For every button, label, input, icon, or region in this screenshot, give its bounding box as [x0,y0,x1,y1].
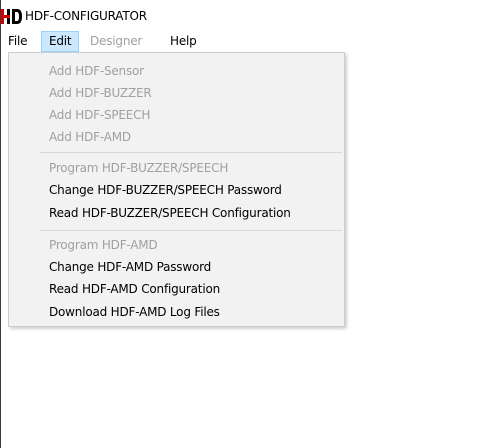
title-bar: HDF-CONFIGURATOR [1,0,483,31]
menu-separator [40,152,342,153]
menu-item-program-amd: Program HDF-AMD [49,238,158,252]
menu-item-download-amd-log-files[interactable]: Download HDF-AMD Log Files [49,301,220,323]
menu-file[interactable]: File [1,31,34,52]
menu-item-add-hdf-sensor: Add HDF-Sensor [49,64,144,78]
app-logo-icon [1,9,22,24]
menu-help[interactable]: Help [163,31,204,52]
menu-separator [40,230,342,231]
menu-item-add-hdf-speech: Add HDF-SPEECH [49,108,151,122]
menu-bar: File Edit Designer Help [1,31,483,52]
edit-dropdown-menu: Add HDF-Sensor Add HDF-BUZZER Add HDF-SP… [8,52,345,327]
menu-item-read-buzzer-speech-configuration[interactable]: Read HDF-BUZZER/SPEECH Configuration [49,202,291,224]
menu-item-program-buzzer-speech: Program HDF-BUZZER/SPEECH [49,161,229,175]
menu-item-read-amd-configuration[interactable]: Read HDF-AMD Configuration [49,278,220,300]
menu-item-change-buzzer-speech-password[interactable]: Change HDF-BUZZER/SPEECH Password [49,179,282,201]
menu-item-change-amd-password[interactable]: Change HDF-AMD Password [49,256,211,278]
application-window: HDF-CONFIGURATOR File Edit Designer Help… [0,0,483,448]
menu-item-add-hdf-buzzer: Add HDF-BUZZER [49,86,152,100]
window-title: HDF-CONFIGURATOR [25,9,147,23]
menu-designer: Designer [90,34,143,48]
menu-edit[interactable]: Edit [41,31,80,52]
menu-item-add-hdf-amd: Add HDF-AMD [49,130,131,144]
menu-icon-gutter [9,53,39,326]
